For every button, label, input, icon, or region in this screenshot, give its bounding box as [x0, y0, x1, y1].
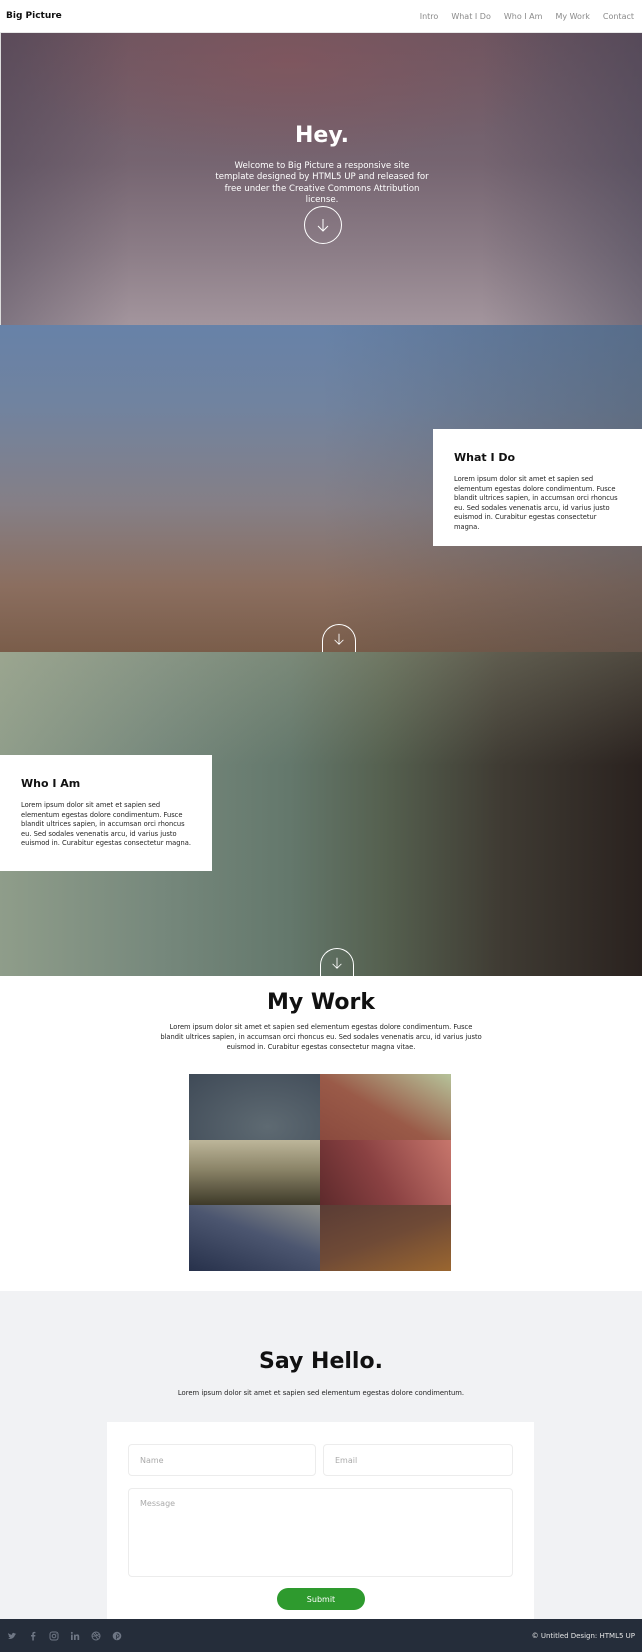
next-section-button[interactable] [322, 624, 356, 652]
contact-title: Say Hello. [259, 1349, 383, 1374]
nav-item-what-i-do[interactable]: What I Do [451, 12, 491, 21]
arrow-down-icon [334, 633, 344, 645]
social-icons [7, 1631, 122, 1641]
nav-item-my-work[interactable]: My Work [555, 12, 589, 21]
linkedin-icon[interactable] [70, 1631, 80, 1641]
message-field[interactable] [128, 1488, 513, 1577]
scroll-down-button[interactable] [304, 206, 342, 244]
intro-text: Welcome to Big Picture a responsive site… [215, 161, 429, 206]
nav-item-intro[interactable]: Intro [420, 12, 439, 21]
main-nav: Intro What I Do Who I Am My Work Contact [420, 12, 634, 21]
copyright-text: © Untitled Design: HTML5 UP [531, 1631, 635, 1640]
contact-section: Say Hello. Lorem ipsum dolor sit amet et… [0, 1291, 642, 1619]
arrow-down-icon [332, 957, 342, 969]
name-field[interactable] [128, 1444, 316, 1476]
arrow-down-icon [317, 219, 329, 232]
my-work-title: My Work [267, 990, 375, 1015]
who-i-am-section: Who I Am Lorem ipsum dolor sit amet et s… [0, 652, 642, 976]
my-work-text: Lorem ipsum dolor sit amet et sapien sed… [160, 1023, 482, 1051]
what-i-do-section: What I Do Lorem ipsum dolor sit amet et … [0, 325, 642, 652]
next-section-button[interactable] [320, 948, 354, 976]
site-footer: © Untitled Design: HTML5 UP [0, 1619, 642, 1652]
what-i-do-title: What I Do [454, 451, 516, 464]
work-gallery [189, 1074, 451, 1271]
submit-button[interactable]: Submit [277, 1588, 365, 1610]
pinterest-icon[interactable] [112, 1631, 122, 1641]
intro-title: Hey. [294, 123, 349, 148]
facebook-icon[interactable] [28, 1631, 38, 1641]
what-i-do-text: Lorem ipsum dolor sit amet et sapien sed… [454, 475, 618, 531]
gallery-thumbnail[interactable] [189, 1205, 320, 1271]
what-i-do-card: What I Do Lorem ipsum dolor sit amet et … [433, 429, 642, 546]
dribbble-icon[interactable] [91, 1631, 101, 1641]
nav-item-who-i-am[interactable]: Who I Am [504, 12, 543, 21]
intro-section: Hey. Welcome to Big Picture a responsive… [0, 33, 642, 325]
email-field[interactable] [323, 1444, 513, 1476]
contact-form: Submit [107, 1422, 534, 1619]
gallery-thumbnail[interactable] [320, 1140, 451, 1205]
who-i-am-text: Lorem ipsum dolor sit amet et sapien sed… [21, 801, 191, 848]
contact-text: Lorem ipsum dolor sit amet et sapien sed… [177, 1389, 465, 1397]
who-i-am-card: Who I Am Lorem ipsum dolor sit amet et s… [0, 755, 212, 871]
site-logo[interactable]: Big Picture [6, 11, 62, 21]
gallery-thumbnail[interactable] [320, 1074, 451, 1140]
nav-item-contact[interactable]: Contact [603, 12, 634, 21]
gallery-thumbnail[interactable] [189, 1074, 320, 1140]
my-work-section: My Work Lorem ipsum dolor sit amet et sa… [0, 976, 642, 1291]
instagram-icon[interactable] [49, 1631, 59, 1641]
twitter-icon[interactable] [7, 1631, 17, 1641]
who-i-am-title: Who I Am [21, 777, 81, 790]
gallery-thumbnail[interactable] [320, 1205, 451, 1271]
gallery-thumbnail[interactable] [189, 1140, 320, 1205]
site-header: Big Picture Intro What I Do Who I Am My … [0, 0, 642, 33]
